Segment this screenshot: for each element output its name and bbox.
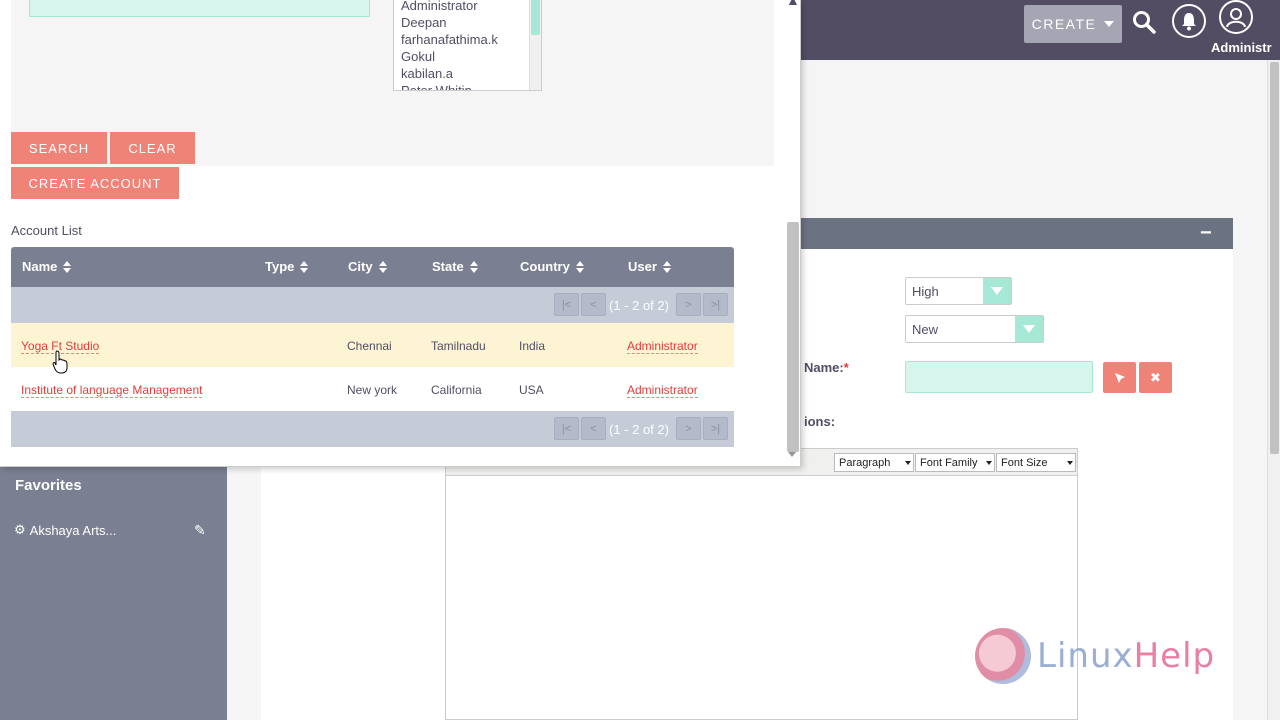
prev-page-icon[interactable]: < <box>581 293 606 316</box>
account-name-link[interactable]: Institute of language Management <box>21 383 203 398</box>
chevron-down-icon <box>983 278 1011 304</box>
search-button[interactable]: SEARCH <box>11 132 107 164</box>
edit-pencil-icon[interactable]: ✎ <box>194 522 206 539</box>
notifications-bell-icon[interactable] <box>1172 4 1206 38</box>
next-page-icon[interactable]: > <box>676 293 701 316</box>
search-name-input[interactable] <box>29 0 370 17</box>
table-row[interactable]: Institute of language Management New yor… <box>11 367 734 411</box>
list-item[interactable]: farhanafathima.k <box>401 31 541 48</box>
pagination-count: (1 - 2 of 2) <box>609 422 669 437</box>
create-account-button[interactable]: CREATE ACCOUNT <box>11 167 179 199</box>
account-name-label: Name:* <box>804 360 849 375</box>
next-page-icon[interactable]: > <box>676 417 701 440</box>
assigned-user-listbox[interactable]: Administrator Deepan farhanafathima.k Go… <box>393 0 542 91</box>
priority-value: High <box>912 283 939 299</box>
description-label: ions: <box>804 414 836 429</box>
page-scrollbar[interactable] <box>1267 60 1280 720</box>
list-item[interactable]: Administrator <box>401 0 541 14</box>
sort-icon <box>300 260 309 273</box>
sort-icon <box>469 260 478 273</box>
column-header-user[interactable]: User <box>628 259 671 274</box>
sort-icon <box>575 260 584 273</box>
list-item[interactable]: kabilan.a <box>401 65 541 82</box>
list-item[interactable]: Gokul <box>401 48 541 65</box>
font-size-select[interactable]: Font Size <box>996 453 1076 472</box>
select-account-button[interactable] <box>1103 362 1136 393</box>
required-mark: * <box>843 360 849 375</box>
first-page-icon[interactable]: |< <box>554 417 579 440</box>
chevron-down-icon <box>1015 316 1043 342</box>
sort-icon <box>662 260 671 273</box>
favorite-item-label: Akshaya Arts... <box>29 522 117 538</box>
pagination-count: (1 - 2 of 2) <box>609 298 669 313</box>
cell-city: Chennai <box>347 339 392 353</box>
favorites-title: Favorites <box>15 477 82 494</box>
gear-icon: ⚙ <box>14 522 26 537</box>
user-link[interactable]: Administrator <box>627 383 698 398</box>
caret-down-icon <box>1104 21 1115 27</box>
user-avatar-icon[interactable] <box>1219 0 1253 34</box>
favorite-item[interactable]: ⚙ Akshaya Arts... <box>14 522 116 538</box>
column-header-type[interactable]: Type <box>265 259 309 274</box>
close-icon[interactable]: ▲ <box>786 0 800 8</box>
last-page-icon[interactable]: >| <box>703 293 728 316</box>
scroll-down-arrow-icon[interactable] <box>788 452 796 457</box>
arrow-pointer-icon <box>1114 372 1125 383</box>
table-row[interactable]: Yoga Ft Studio Chennai Tamilnadu India A… <box>11 323 734 367</box>
pagination-top: |< < (1 - 2 of 2) > >| <box>11 287 734 323</box>
sort-icon <box>378 260 387 273</box>
cell-city: New york <box>347 383 398 397</box>
page-scrollbar-thumb[interactable] <box>1270 62 1279 454</box>
account-search-popup: Administrator Deepan farhanafathima.k Go… <box>0 0 801 467</box>
status-select[interactable]: New <box>905 315 1044 343</box>
watermark-logo: LinuxHelp <box>975 628 1215 684</box>
cell-state: California <box>431 383 482 397</box>
status-value: New <box>912 321 939 337</box>
create-button[interactable]: CREATE <box>1024 5 1122 43</box>
user-link[interactable]: Administrator <box>627 339 698 354</box>
priority-select[interactable]: High <box>905 277 1012 305</box>
search-icon[interactable] <box>1132 10 1156 37</box>
hand-cursor-icon <box>52 350 68 377</box>
cell-country: India <box>519 339 546 353</box>
clear-button[interactable]: CLEAR <box>110 132 195 164</box>
column-header-country[interactable]: Country <box>520 259 584 274</box>
prev-page-icon[interactable]: < <box>581 417 606 440</box>
paragraph-select[interactable]: Paragraph <box>834 453 914 472</box>
sort-icon <box>63 260 72 273</box>
table-header: Name Type City State Country User <box>11 247 734 287</box>
clear-account-button[interactable]: ✖ <box>1139 362 1172 393</box>
column-header-city[interactable]: City <box>348 259 387 274</box>
popup-scrollbar-thumb[interactable] <box>787 222 799 452</box>
listbox-scrollbar-thumb[interactable] <box>531 0 540 35</box>
listbox-scrollbar[interactable] <box>529 0 541 90</box>
penguin-logo-icon <box>975 628 1031 684</box>
first-page-icon[interactable]: |< <box>554 293 579 316</box>
close-icon: ✖ <box>1150 369 1161 385</box>
panel-header <box>790 218 1233 249</box>
collapse-minus-icon[interactable]: − <box>1200 218 1212 249</box>
column-header-name[interactable]: Name <box>22 259 72 274</box>
pagination-bottom: |< < (1 - 2 of 2) > >| <box>11 411 734 447</box>
last-page-icon[interactable]: >| <box>703 417 728 440</box>
list-item[interactable]: Peter Whitin <box>401 82 541 90</box>
sidebar <box>0 466 227 720</box>
account-list-table: Name Type City State Country User |< < (… <box>11 247 734 447</box>
create-label: CREATE <box>1031 16 1097 32</box>
cell-country: USA <box>519 383 544 397</box>
list-item[interactable]: Deepan <box>401 14 541 31</box>
account-list-title: Account List <box>11 223 82 238</box>
account-name-input[interactable] <box>905 361 1093 393</box>
cell-state: Tamilnadu <box>431 339 486 353</box>
user-menu-label[interactable]: Administr <box>1211 40 1272 55</box>
column-header-state[interactable]: State <box>432 259 478 274</box>
font-family-select[interactable]: Font Family <box>915 453 995 472</box>
